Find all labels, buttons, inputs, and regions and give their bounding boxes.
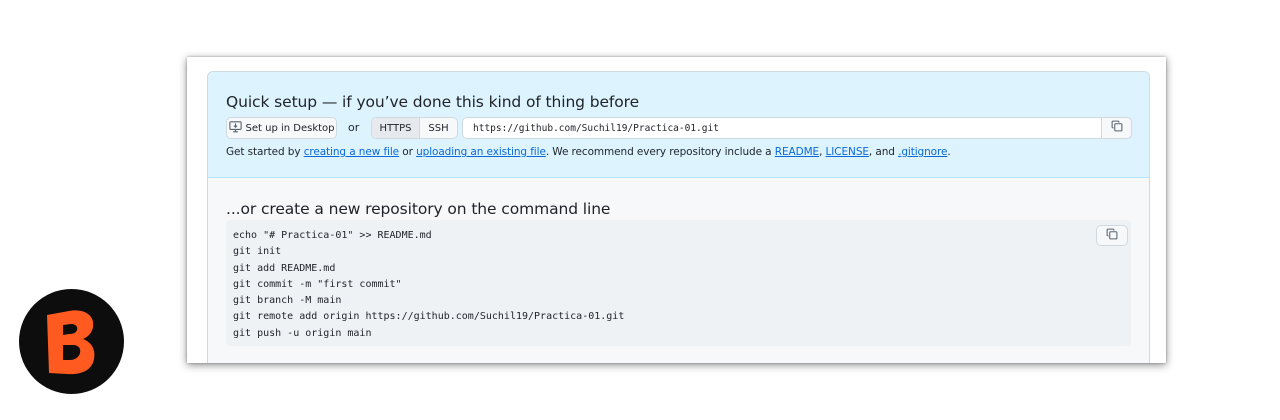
code-snippet[interactable]: echo "# Practica-01" >> README.md git in… [233,228,624,342]
code-line: git remote add origin https://github.com… [233,311,625,323]
code-line: git push -u origin main [233,327,372,339]
license-link[interactable]: LICENSE [826,146,869,158]
code-line: git branch -M main [233,295,342,307]
code-line: echo "# Practica-01" >> README.md [233,230,432,241]
code-line: git init [233,246,282,258]
protocol-toggle: HTTPS SSH [371,117,458,139]
readme-link[interactable]: README [775,146,819,158]
desktop-icon [228,120,242,136]
gitignore-link[interactable]: .gitignore [898,146,947,158]
brand-b-logo-icon [19,289,124,394]
ssh-button[interactable]: SSH [420,118,457,138]
copy-icon [1106,227,1118,245]
setup-panel: Quick setup — if you’ve done this kind o… [207,71,1150,363]
setup-in-desktop-button[interactable]: Set up in Desktop [226,117,337,139]
setup-in-desktop-label: Set up in Desktop [245,122,335,134]
create-new-file-link[interactable]: creating a new file [304,146,399,158]
desc-or: or [399,146,417,158]
or-label: or [348,121,360,134]
https-button[interactable]: HTTPS [372,118,420,138]
desc-and: , and [868,146,899,158]
quick-setup-description: Get started by creating a new file or up… [226,146,951,158]
desc-prefix: Get started by [226,146,304,158]
copy-url-button[interactable] [1101,117,1132,139]
clone-url-text[interactable]: https://github.com/Suchil19/Practica-01.… [473,123,719,134]
desc-middle: . We recommend every repository include … [545,146,775,158]
upload-existing-file-link[interactable]: uploading an existing file [416,146,546,158]
code-line: git commit -m "first commit" [233,278,402,290]
quick-setup-section: Quick setup — if you’ve done this kind o… [208,72,1149,178]
copy-icon [1111,119,1123,137]
command-line-title: ...or create a new repository on the com… [226,200,611,218]
clone-url-field[interactable]: https://github.com/Suchil19/Practica-01.… [462,117,1132,139]
code-line: git add README.md [233,262,336,274]
copy-commands-button[interactable] [1096,225,1128,246]
quick-setup-title: Quick setup — if you’ve done this kind o… [226,93,640,111]
command-line-code-block: echo "# Practica-01" >> README.md git in… [226,220,1131,346]
repo-setup-card: Quick setup — if you’ve done this kind o… [187,57,1166,363]
desc-suffix: . [947,146,951,158]
